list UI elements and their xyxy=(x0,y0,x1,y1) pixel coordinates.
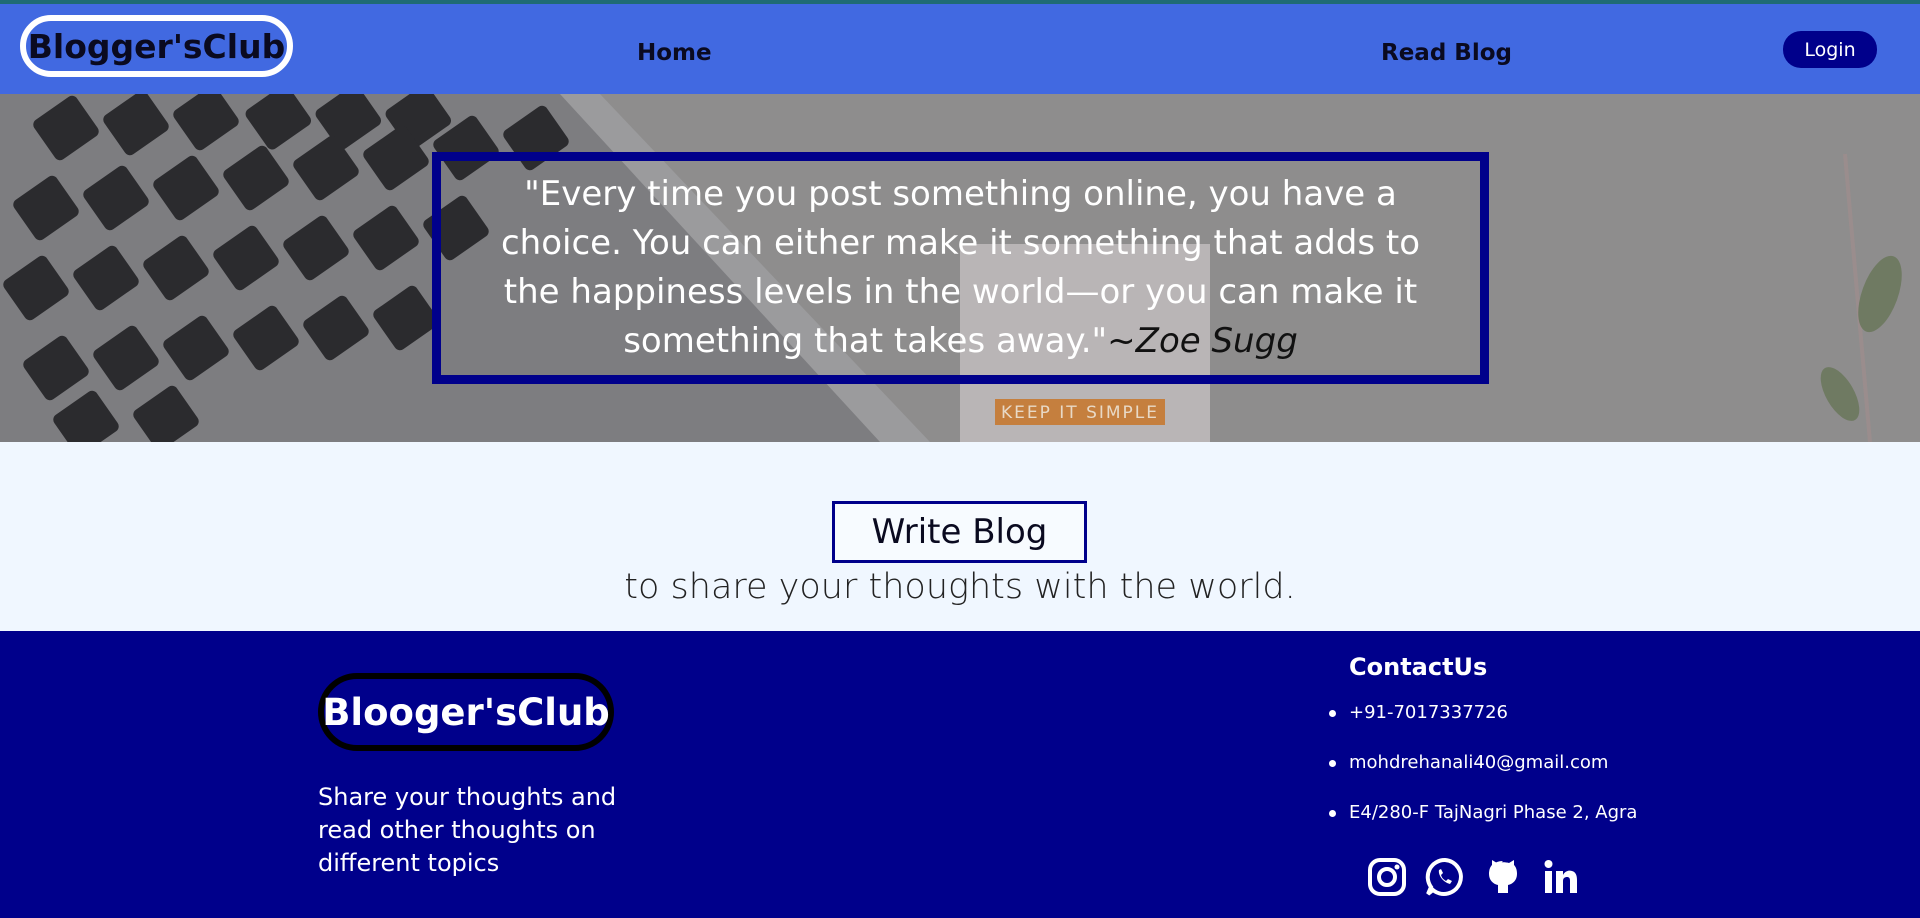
contact-phone: +91-7017337726 xyxy=(1327,689,1637,739)
contact-list: +91-7017337726 mohdrehanali40@gmail.com … xyxy=(1327,689,1637,839)
contact-email: mohdrehanali40@gmail.com xyxy=(1327,739,1637,789)
site-footer: Blooger'sClub Share your thoughts and re… xyxy=(0,631,1920,918)
github-icon[interactable] xyxy=(1483,857,1523,897)
top-navbar: Blogger'sClub Home Read Blog Login xyxy=(0,4,1920,94)
nav-home-link[interactable]: Home xyxy=(637,40,712,66)
social-links xyxy=(1367,857,1581,897)
login-button[interactable]: Login xyxy=(1783,31,1877,68)
notebook-text: KEEP IT SIMPLE xyxy=(1001,403,1159,423)
quote-text: "Every time you post something online, y… xyxy=(481,170,1441,366)
linkedin-icon[interactable] xyxy=(1541,857,1581,897)
contact-address: E4/280-F TajNagri Phase 2, Agra xyxy=(1327,789,1637,839)
whatsapp-icon[interactable] xyxy=(1425,857,1465,897)
quote-author: ~Zoe Sugg xyxy=(1107,321,1298,361)
nav-read-blog-link[interactable]: Read Blog xyxy=(1381,40,1512,66)
instagram-icon[interactable] xyxy=(1367,857,1407,897)
footer-tagline: Share your thoughts and read other thoug… xyxy=(318,783,617,877)
brand-logo[interactable]: Blogger'sClub xyxy=(20,15,293,77)
write-blog-subtitle: to share your thoughts with the world. xyxy=(624,567,1296,607)
write-blog-button[interactable]: Write Blog xyxy=(832,501,1087,563)
hero-banner: KEEP IT SIMPLE "Every time you post some… xyxy=(0,94,1920,442)
write-blog-section: Write Blog to share your thoughts with t… xyxy=(0,442,1920,630)
quote-box: "Every time you post something online, y… xyxy=(432,152,1489,384)
contact-title: ContactUs xyxy=(1349,653,1488,681)
footer-brand-logo[interactable]: Blooger'sClub xyxy=(318,673,614,751)
